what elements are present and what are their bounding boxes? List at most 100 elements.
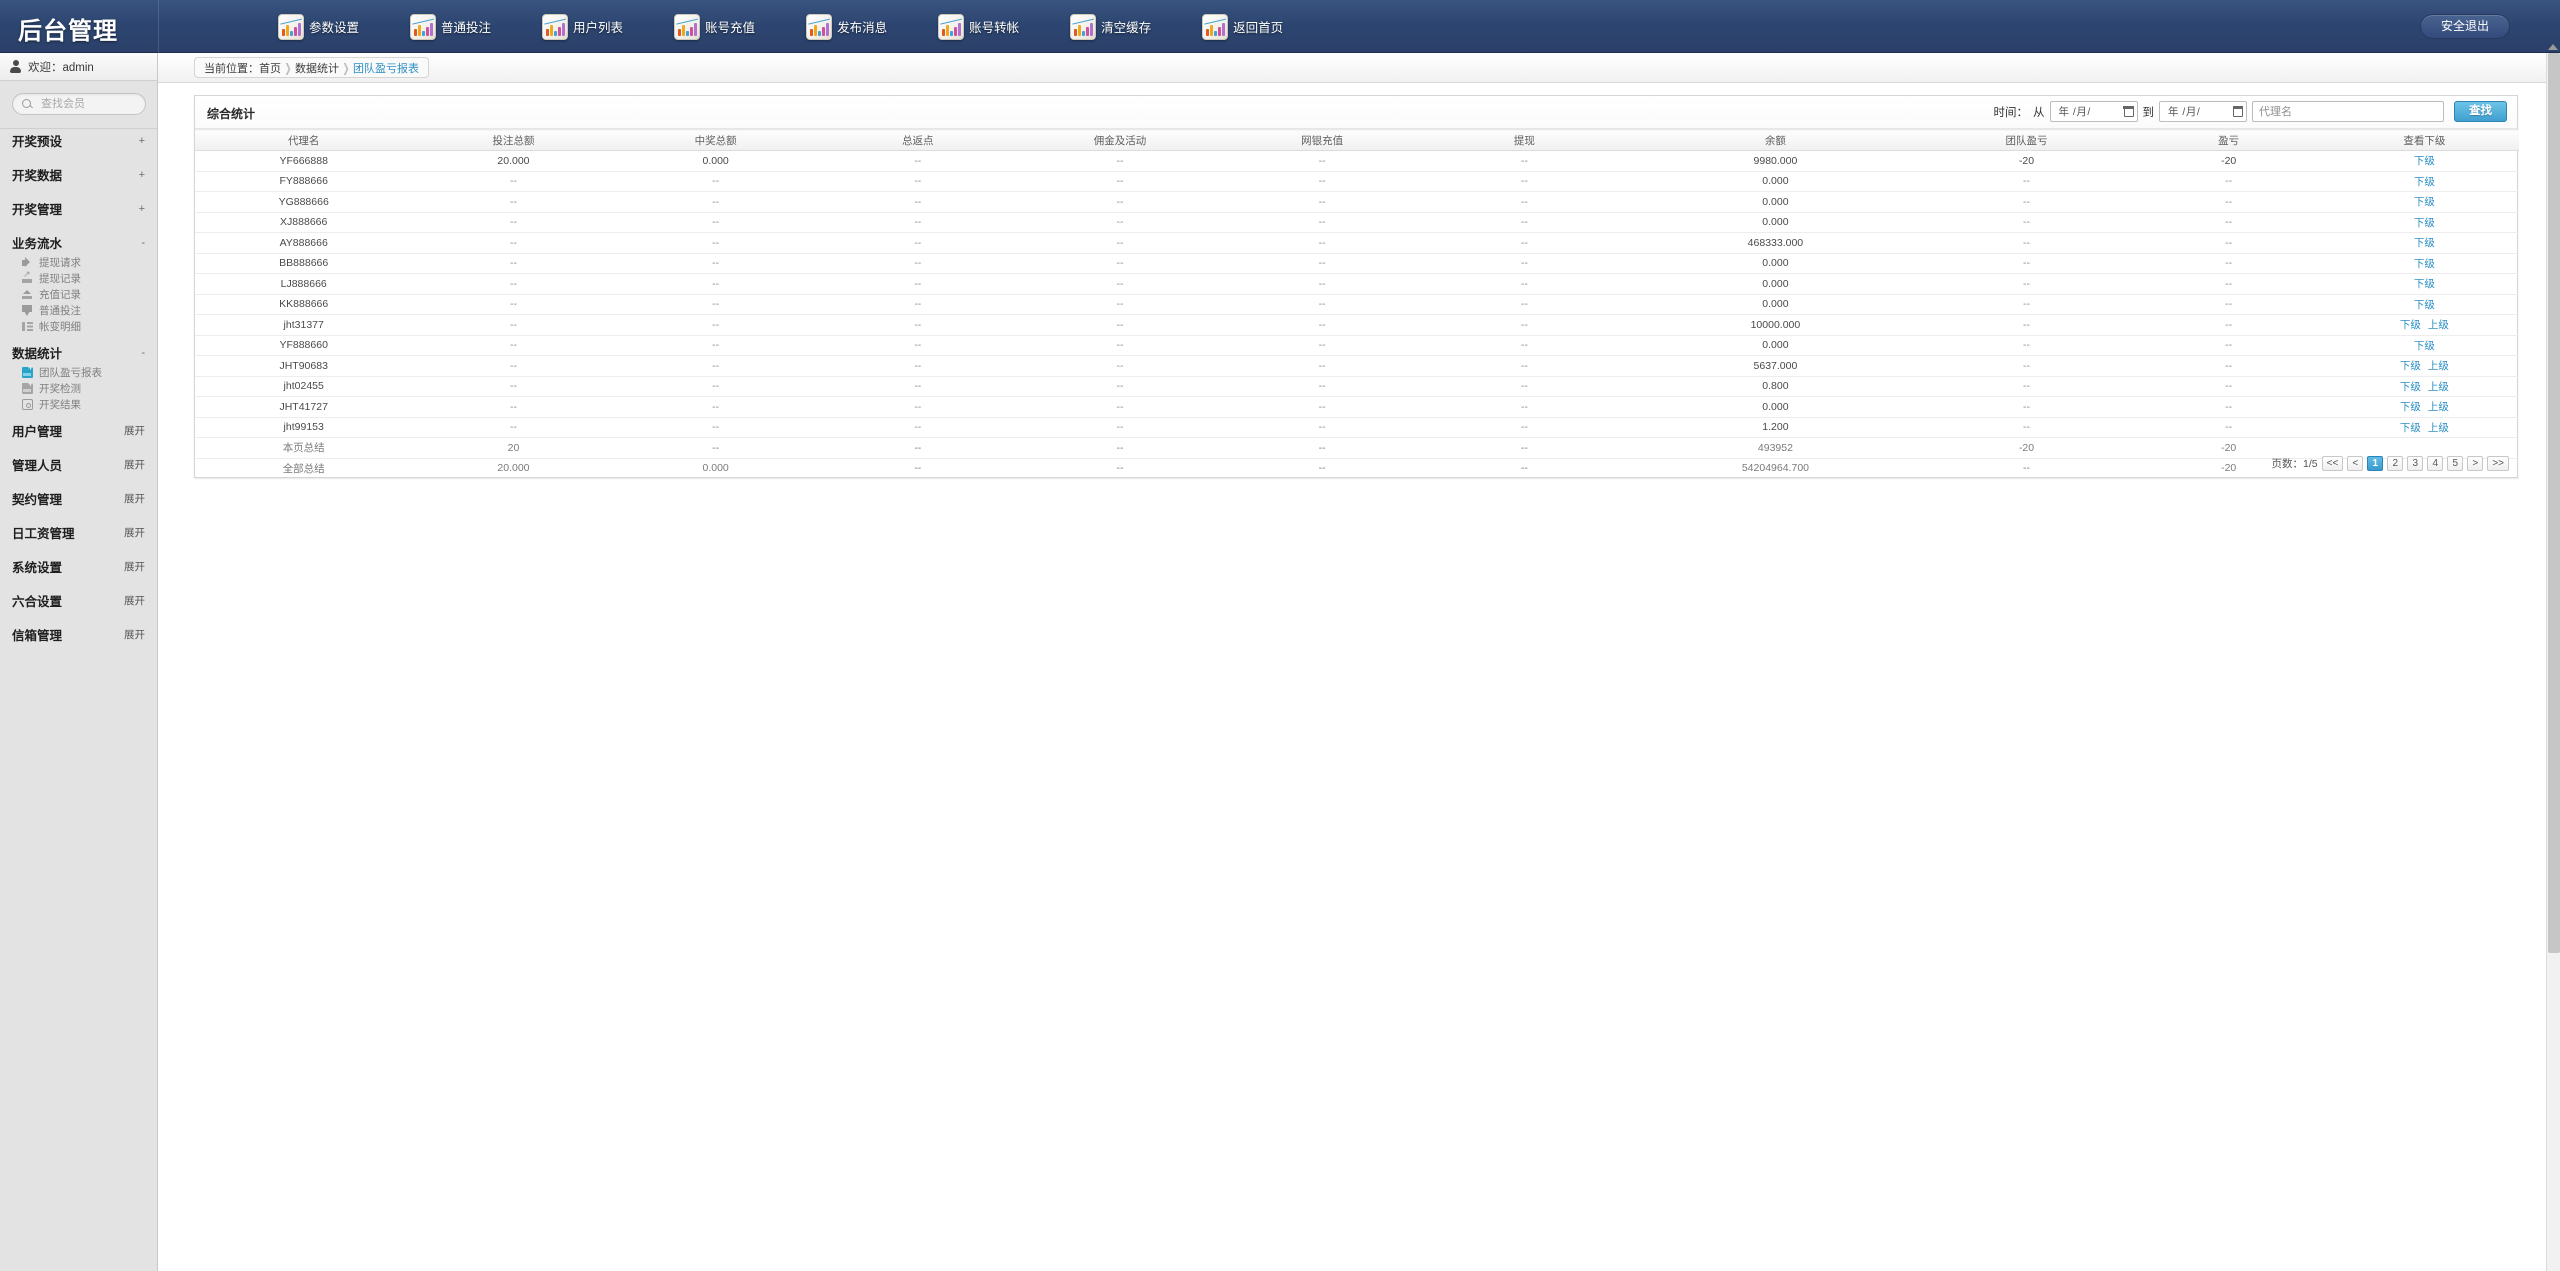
view-downline-link[interactable]: 下级	[2414, 278, 2435, 290]
expand-label[interactable]: 展开	[124, 593, 145, 608]
expand-label[interactable]: 展开	[124, 525, 145, 540]
page-last-button[interactable]: >>	[2487, 456, 2509, 471]
member-search-input[interactable]	[39, 97, 144, 111]
nav-item-4[interactable]: 账号充值	[674, 0, 755, 53]
view-upline-link[interactable]: 上级	[2428, 319, 2449, 331]
sidebar-item-六合设置[interactable]: 六合设置 展开	[0, 589, 157, 612]
breadcrumb-item-home[interactable]: 首页	[259, 60, 281, 76]
expand-label[interactable]: 展开	[124, 457, 145, 472]
sidebar-subitem-提现请求[interactable]: 提现请求	[0, 256, 157, 270]
plus-icon[interactable]: +	[139, 169, 145, 181]
page-next-button[interactable]: >	[2467, 456, 2484, 471]
search-button[interactable]: 查找	[2454, 101, 2507, 122]
sidebar-subitem-提现记录[interactable]: 提现记录	[0, 269, 157, 286]
expand-label[interactable]: 展开	[124, 491, 145, 506]
page-button-1[interactable]: 1	[2367, 456, 2384, 471]
sidebar-group-7: 管理人员 展开	[0, 453, 157, 487]
scroll-up-arrow-icon[interactable]	[2548, 40, 2558, 50]
cell-withdraw: --	[1423, 294, 1626, 315]
expand-label[interactable]: 展开	[124, 423, 145, 438]
page-first-button[interactable]: <<	[2321, 456, 2344, 471]
view-downline-link[interactable]: 下级	[2414, 176, 2435, 188]
sidebar-item-系统设置[interactable]: 系统设置 展开	[0, 555, 157, 578]
page-scrollbar[interactable]	[2546, 53, 2560, 1271]
breadcrumb-item-stats[interactable]: 数据统计	[295, 60, 339, 76]
view-upline-link[interactable]: 上级	[2428, 401, 2449, 413]
view-downline-link[interactable]: 下级	[2414, 196, 2435, 208]
view-downline-link[interactable]: 下级	[2414, 258, 2435, 270]
page-button-5[interactable]: 5	[2447, 456, 2464, 471]
sidebar-item-业务流水[interactable]: 业务流水 -	[0, 231, 157, 254]
view-upline-link[interactable]: 上级	[2428, 422, 2449, 434]
sidebar-item-开奖管理[interactable]: 开奖管理 +	[0, 197, 157, 220]
page-prev-button[interactable]: <	[2347, 456, 2364, 471]
member-search-box[interactable]	[12, 93, 146, 115]
sidebar-subitem-充值记录[interactable]: 充值记录	[0, 288, 157, 302]
sidebar-item-用户管理[interactable]: 用户管理 展开	[0, 419, 157, 442]
view-downline-link[interactable]: 下级	[2400, 319, 2421, 331]
view-downline-link[interactable]: 下级	[2400, 360, 2421, 372]
calendar-icon[interactable]	[2123, 106, 2134, 117]
cell-rebate: --	[816, 191, 1019, 213]
breadcrumb-current[interactable]: 团队盈亏报表	[353, 60, 419, 76]
cell-team_pl: --	[1925, 355, 2128, 377]
sidebar-item-日工资管理[interactable]: 日工资管理 展开	[0, 521, 157, 544]
nav-item-label: 参数设置	[309, 21, 360, 35]
sidebar-subitem-团队盈亏报表[interactable]: 团队盈亏报表	[0, 364, 157, 380]
calendar-icon[interactable]	[2232, 106, 2244, 117]
cell-bet: --	[412, 253, 615, 274]
page-button-4[interactable]: 4	[2427, 456, 2444, 471]
date-to-input[interactable]: 年 /月/	[2159, 101, 2247, 122]
view-downline-link[interactable]: 下级	[2414, 340, 2435, 352]
sidebar-subitem-帐变明细[interactable]: 帐变明细	[0, 320, 157, 334]
view-downline-link[interactable]: 下级	[2400, 422, 2421, 434]
agent-name-input[interactable]	[2252, 101, 2444, 122]
sidebar-item-开奖数据[interactable]: 开奖数据 +	[0, 163, 157, 186]
sidebar-subitem-普通投注[interactable]: 普通投注	[0, 304, 157, 318]
view-downline-link[interactable]: 下级	[2414, 299, 2435, 311]
view-upline-link[interactable]: 上级	[2428, 381, 2449, 393]
plus-icon[interactable]: +	[139, 135, 145, 147]
view-downline-link[interactable]: 下级	[2414, 217, 2435, 229]
nav-item-3[interactable]: 用户列表	[542, 0, 623, 53]
table-row: FY888666 -- -- -- -- -- -- 0.000 -- -- 下级	[195, 171, 2519, 192]
sidebar-item-契约管理[interactable]: 契约管理 展开	[0, 487, 157, 510]
sidebar-subitem-开奖检测[interactable]: 开奖检测	[0, 380, 157, 396]
sidebar-item-信箱管理[interactable]: 信箱管理 展开	[0, 623, 157, 646]
cell-pl: --	[2127, 294, 2330, 315]
expand-label[interactable]: 展开	[124, 559, 145, 574]
expand-label[interactable]: 展开	[124, 627, 145, 642]
cell-sub-links: 下级 上级	[2329, 355, 2519, 377]
nav-item-7[interactable]: 清空缓存	[1070, 0, 1151, 53]
view-downline-link[interactable]: 下级	[2400, 381, 2421, 393]
sidebar-item-管理人员[interactable]: 管理人员 展开	[0, 453, 157, 476]
nav-item-5[interactable]: 发布消息	[806, 0, 887, 53]
plus-icon[interactable]: +	[139, 203, 145, 215]
view-upline-link[interactable]: 上级	[2428, 360, 2449, 372]
nav-item-6[interactable]: 账号转帐	[938, 0, 1019, 53]
minus-icon[interactable]: -	[141, 347, 145, 359]
cell-deposit: --	[1221, 335, 1424, 356]
date-from-input[interactable]: 年 /月/	[2049, 101, 2138, 122]
view-downline-link[interactable]: 下级	[2414, 237, 2435, 249]
table-row: BB888666 -- -- -- -- -- -- 0.000 -- -- 下级	[195, 253, 2519, 274]
minus-icon[interactable]: -	[141, 237, 145, 249]
view-downline-link[interactable]: 下级	[2400, 401, 2421, 413]
cell-agent: JHT41727	[195, 396, 413, 418]
chart-icon	[542, 13, 569, 40]
scrollbar-thumb[interactable]	[2548, 53, 2560, 953]
sidebar-group-label: 开奖管理	[12, 203, 63, 217]
nav-item-8[interactable]: 返回首页	[1202, 0, 1283, 53]
column-header-8: 余额	[1625, 129, 1926, 151]
nav-item-1[interactable]: 参数设置	[278, 0, 359, 53]
cell-pl: --	[2127, 273, 2330, 295]
page-button-3[interactable]: 3	[2407, 456, 2424, 471]
view-downline-link[interactable]: 下级	[2414, 155, 2435, 167]
nav-item-2[interactable]: 普通投注	[410, 0, 491, 53]
sidebar-subitem-开奖结果[interactable]: 开奖结果	[0, 398, 157, 412]
page-button-2[interactable]: 2	[2387, 456, 2404, 471]
sidebar-item-数据统计[interactable]: 数据统计 -	[0, 341, 157, 364]
sidebar-item-开奖预设[interactable]: 开奖预设 +	[0, 129, 157, 152]
logout-button[interactable]: 安全退出	[2419, 14, 2510, 39]
cell-rebate: --	[816, 171, 1019, 192]
